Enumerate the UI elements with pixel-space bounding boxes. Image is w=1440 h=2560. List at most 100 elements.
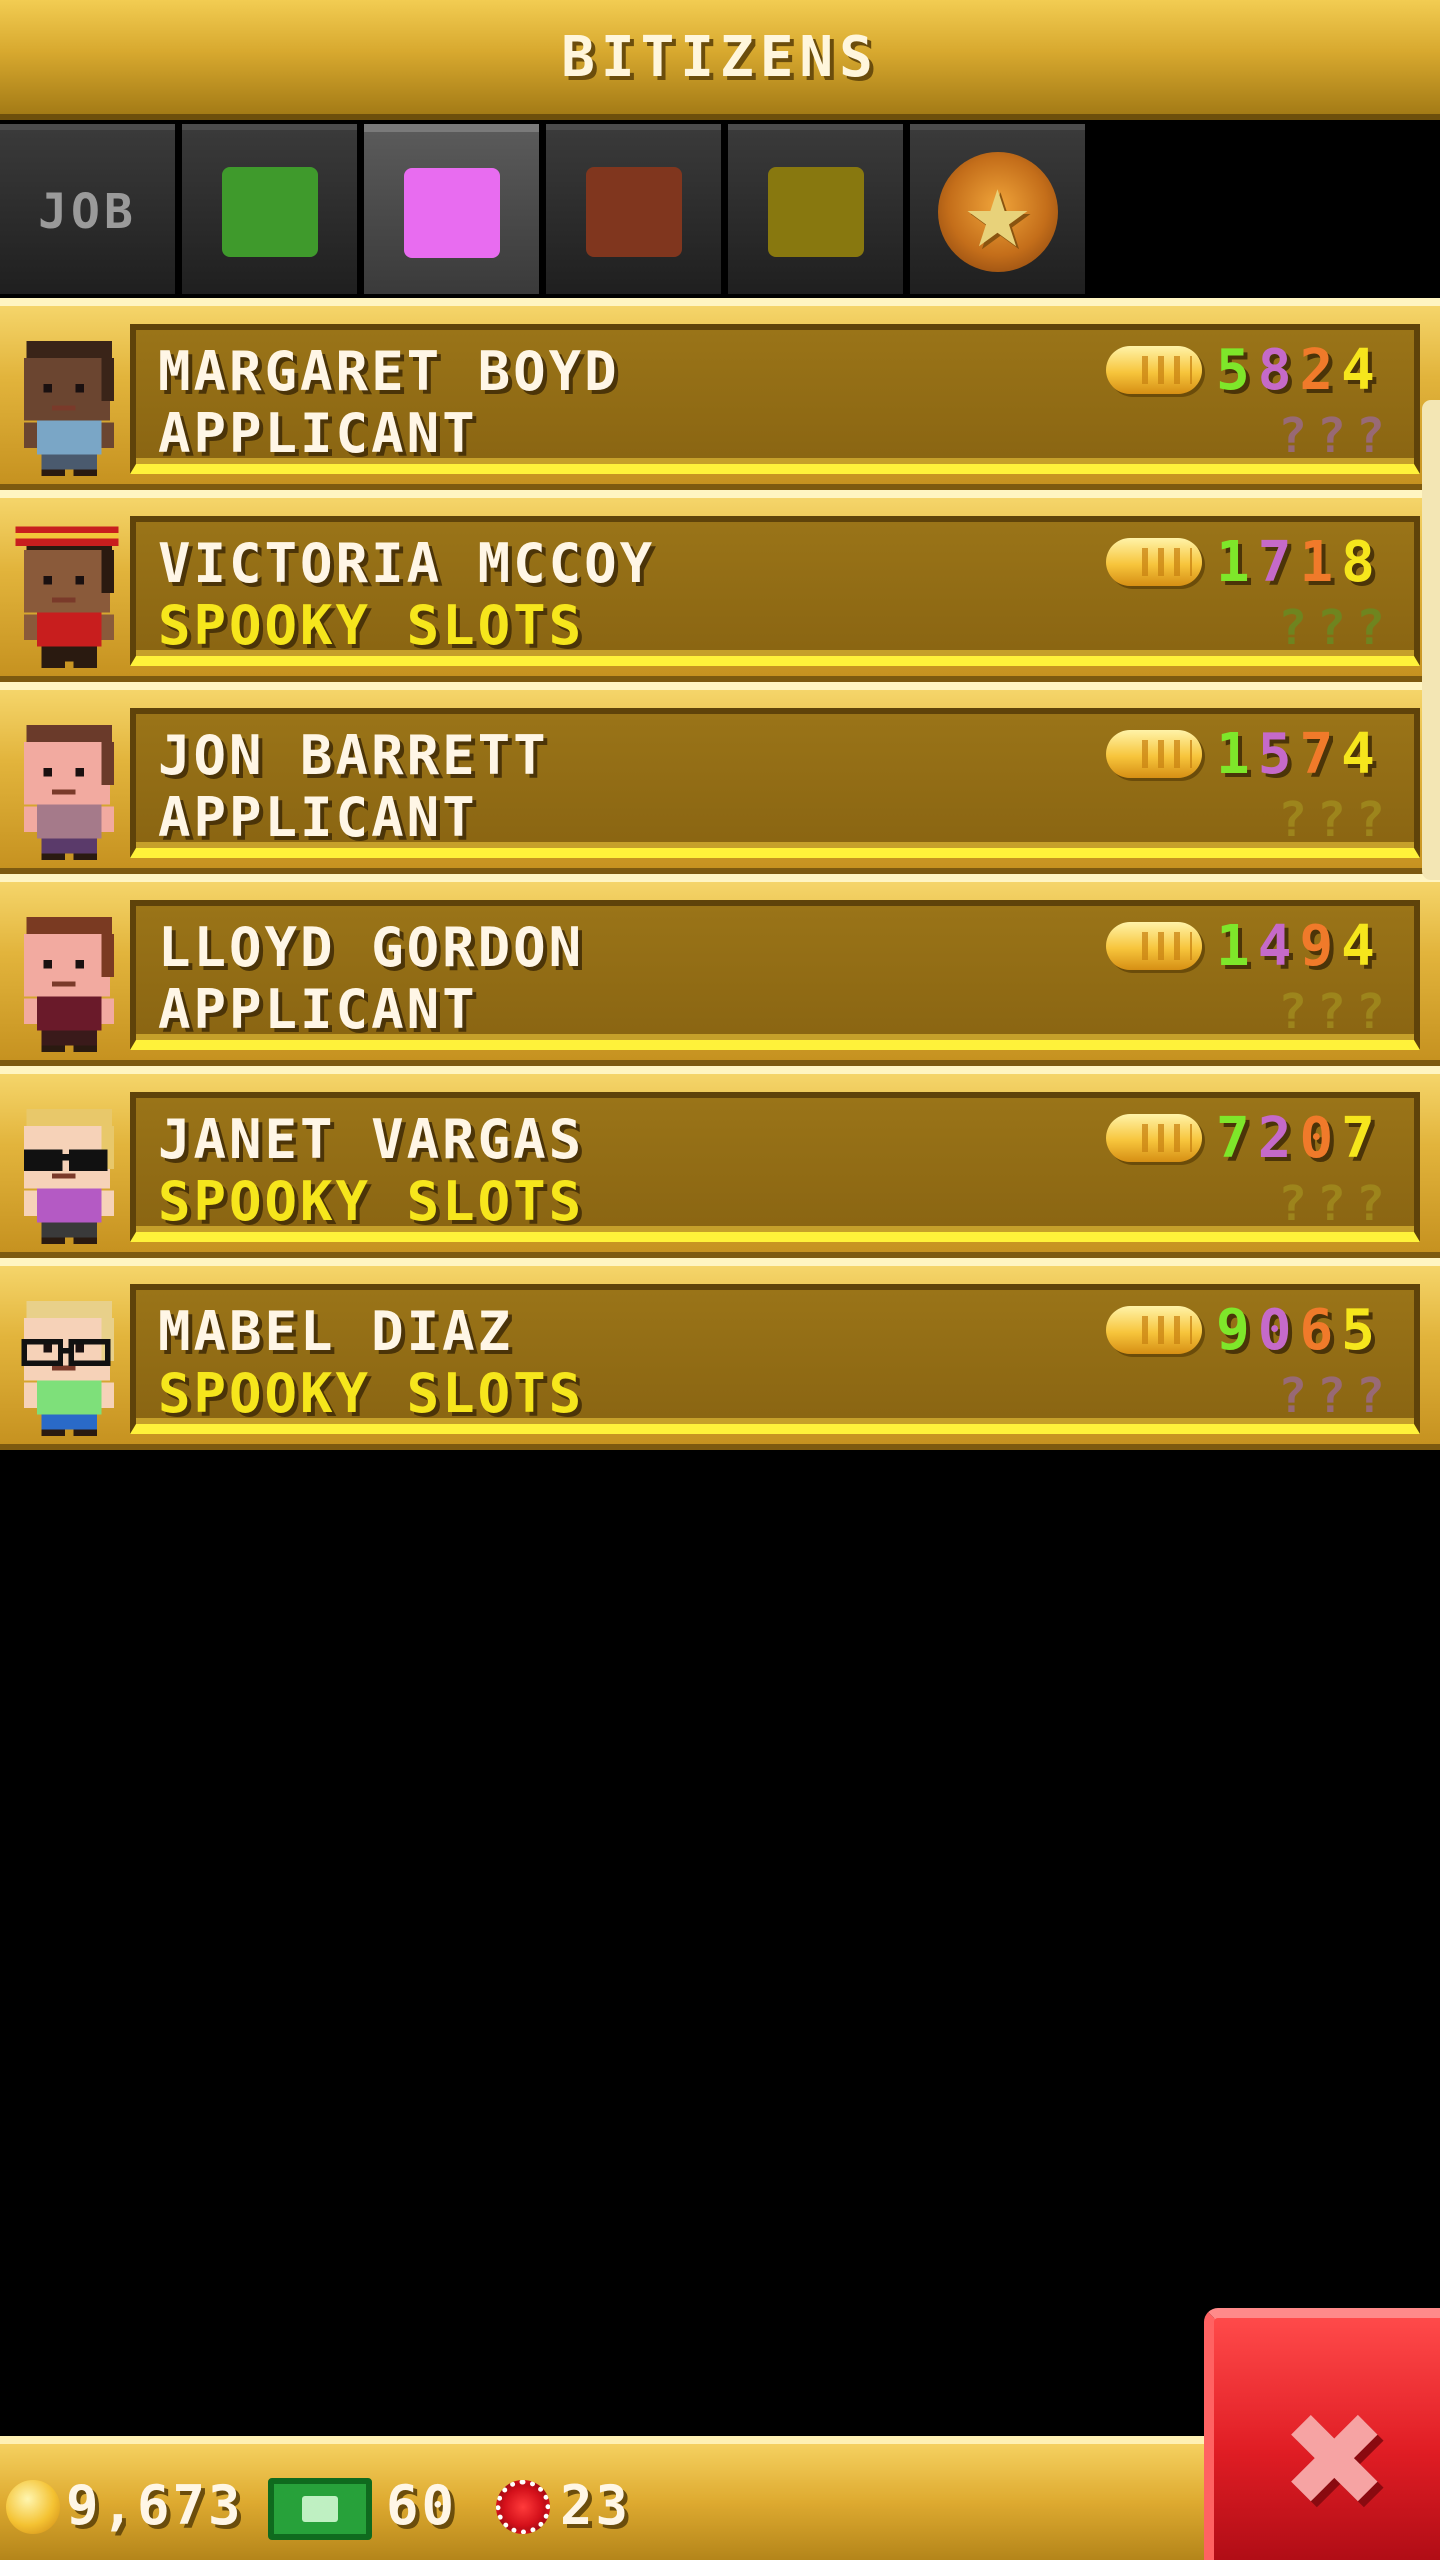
skill-digit: 7	[1341, 1106, 1375, 1171]
dream-job-unknown: ???	[1278, 1176, 1385, 1232]
color-swatch	[403, 168, 500, 258]
bitizen-row[interactable]: LLOYD GORDON APPLICANT 1 4 9 4???	[0, 874, 1440, 1066]
coin-stack-icon	[1106, 922, 1202, 970]
question-mark-icon: ?	[1278, 1176, 1307, 1232]
scrollbar[interactable]	[1422, 400, 1440, 880]
title-bar: BITIZENS	[0, 0, 1440, 120]
bitizen-info-panel: MARGARET BOYD APPLICANT 5 8 2 4???	[130, 324, 1420, 474]
bitizen-name: VICTORIA MCCOY	[158, 532, 656, 595]
bitizen-job: APPLICANT	[158, 786, 478, 849]
bitizen-job: SPOOKY SLOTS	[158, 1362, 585, 1425]
question-mark-icon: ?	[1316, 600, 1346, 656]
bitizen-avatar	[12, 326, 122, 476]
coin-stack-icon	[1106, 730, 1202, 778]
currency-bar: 9,673 60 23	[0, 2436, 1210, 2560]
skill-digit: 7	[1216, 1106, 1250, 1171]
skill-digits: 7207	[1216, 1106, 1375, 1171]
bitizen-job: SPOOKY SLOTS	[158, 1170, 585, 1233]
filter-tab[interactable]: JOB	[0, 124, 175, 294]
bitizen-name: MARGARET BOYD	[158, 340, 620, 403]
coin-stack-icon	[1106, 1306, 1202, 1354]
question-mark-icon: ?	[1278, 1368, 1307, 1424]
question-mark-icon: ?	[1278, 984, 1307, 1040]
bitizen-row[interactable]: MABEL DIAZ SPOOKY SLOTS 9 0 6 5???	[0, 1258, 1440, 1450]
question-mark-icon: ?	[1355, 1176, 1385, 1232]
bitizen-info-panel: JANET VARGAS SPOOKY SLOTS 7 2 0 7???	[130, 1092, 1420, 1242]
bitizen-avatar	[12, 1286, 122, 1436]
skill-digits: 5824	[1216, 338, 1375, 403]
skill-digits: 1574	[1216, 722, 1375, 787]
coin-icon	[6, 2480, 60, 2534]
skill-digit: 2	[1257, 1106, 1292, 1171]
filter-tab[interactable]	[364, 124, 539, 294]
skill-digit: 9	[1299, 914, 1334, 979]
question-mark-icon: ?	[1355, 1368, 1385, 1424]
coin-stack-icon	[1106, 538, 1202, 586]
skill-digit: 4	[1341, 722, 1375, 787]
bitizen-job: SPOOKY SLOTS	[158, 594, 585, 657]
skill-digits: 1718	[1216, 530, 1375, 595]
question-mark-icon: ?	[1278, 600, 1307, 656]
tab-job-label: JOB	[38, 184, 137, 240]
skill-digit: 5	[1216, 338, 1250, 403]
bitizen-info-panel: LLOYD GORDON APPLICANT 1 4 9 4???	[130, 900, 1420, 1050]
bitizen-avatar	[12, 1094, 122, 1244]
bitizen-info-panel: MABEL DIAZ SPOOKY SLOTS 9 0 6 5???	[130, 1284, 1420, 1434]
bitizen-name: JANET VARGAS	[158, 1108, 585, 1171]
skill-digit: 7	[1257, 530, 1292, 595]
question-mark-icon: ?	[1278, 792, 1307, 848]
skill-digit: 9	[1216, 1298, 1250, 1363]
skill-digit: 5	[1257, 722, 1292, 787]
bitizen-info-panel: VICTORIA MCCOY SPOOKY SLOTS 1 7 1 8???	[130, 516, 1420, 666]
close-icon: ✖	[1285, 2360, 1389, 2558]
bitizen-row[interactable]: JANET VARGAS SPOOKY SLOTS 7 2 0 7???	[0, 1066, 1440, 1258]
bitizen-name: JON BARRETT	[158, 724, 549, 787]
skill-digit: 0	[1257, 1298, 1292, 1363]
dream-job-unknown: ???	[1278, 408, 1385, 464]
coin-count: 9,673	[66, 2474, 244, 2537]
bitizen-row[interactable]: MARGARET BOYD APPLICANT 5 8 2 4???	[0, 298, 1440, 490]
question-mark-icon: ?	[1278, 408, 1307, 464]
chip-count: 23	[560, 2474, 632, 2537]
bux-icon	[268, 2478, 372, 2540]
skill-digits: 9065	[1216, 1298, 1375, 1363]
filter-tab[interactable]	[728, 124, 903, 294]
skill-digit: 0	[1299, 1106, 1334, 1171]
skill-digit: 1	[1216, 530, 1250, 595]
dream-job-unknown: ???	[1278, 792, 1385, 848]
filter-tab[interactable]	[546, 124, 721, 294]
question-mark-icon: ?	[1316, 984, 1346, 1040]
dream-job-unknown: ???	[1278, 984, 1385, 1040]
coin-stack-icon	[1106, 1114, 1202, 1162]
filter-tabs: JOB ★	[0, 124, 1092, 294]
coin-stack-icon	[1106, 346, 1202, 394]
dream-job-unknown: ???	[1278, 1368, 1385, 1424]
page-title: BITIZENS	[561, 24, 879, 90]
skill-digit: 6	[1299, 1298, 1334, 1363]
bitizen-row[interactable]: VICTORIA MCCOY SPOOKY SLOTS 1 7 1 8???	[0, 490, 1440, 682]
bux-count: 60	[386, 2474, 458, 2537]
bitizen-name: MABEL DIAZ	[158, 1300, 514, 1363]
skill-digit: 5	[1341, 1298, 1375, 1363]
question-mark-icon: ?	[1355, 600, 1385, 656]
bitizen-avatar	[12, 710, 122, 860]
question-mark-icon: ?	[1316, 1176, 1346, 1232]
filter-tab[interactable]: ★	[910, 124, 1085, 294]
question-mark-icon: ?	[1316, 792, 1346, 848]
bitizen-row[interactable]: JON BARRETT APPLICANT 1 5 7 4???	[0, 682, 1440, 874]
close-button[interactable]: ✖	[1204, 2308, 1440, 2560]
skill-digit: 4	[1257, 914, 1292, 979]
skill-digit: 8	[1257, 338, 1292, 403]
skill-digit: 7	[1299, 722, 1334, 787]
casino-chip-icon	[496, 2480, 550, 2534]
skill-digit: 4	[1341, 914, 1375, 979]
bitizen-info-panel: JON BARRETT APPLICANT 1 5 7 4???	[130, 708, 1420, 858]
skill-digit: 1	[1216, 914, 1250, 979]
bitizen-avatar	[12, 902, 122, 1052]
filter-tab[interactable]	[182, 124, 357, 294]
bitizen-job: APPLICANT	[158, 978, 478, 1041]
color-swatch	[221, 167, 318, 257]
question-mark-icon: ?	[1355, 408, 1385, 464]
skill-digit: 8	[1341, 530, 1375, 595]
skill-digit: 4	[1341, 338, 1375, 403]
